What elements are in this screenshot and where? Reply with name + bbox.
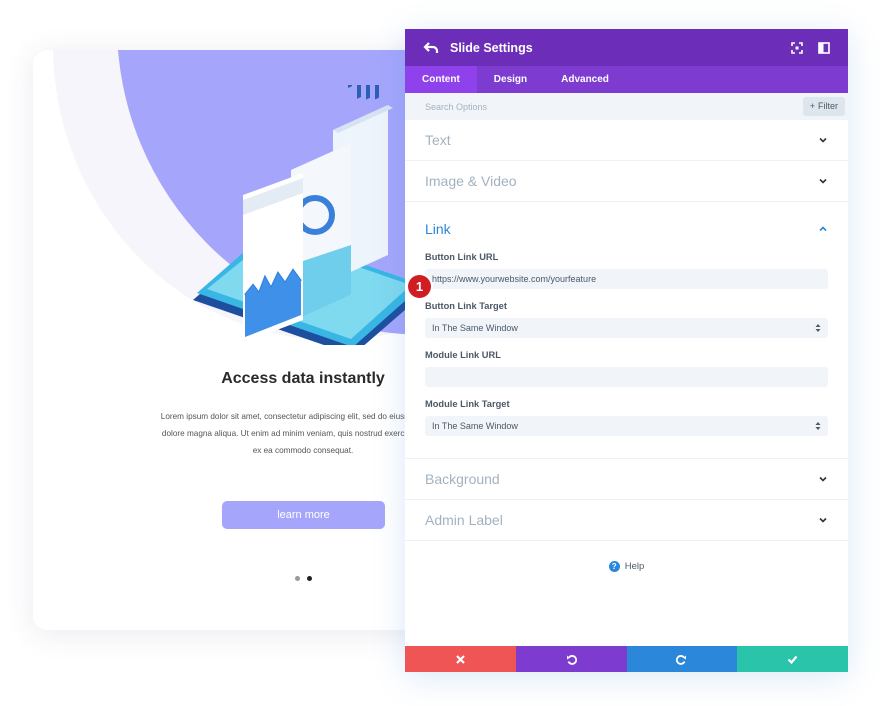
section-text[interactable]: Text xyxy=(405,120,848,161)
undo-icon xyxy=(566,654,577,665)
select-arrows-icon xyxy=(815,324,821,332)
search-options-bar: Search Options + Filter xyxy=(405,93,848,120)
section-background[interactable]: Background xyxy=(405,459,848,500)
settings-tabs: Content Design Advanced xyxy=(405,66,848,93)
section-title: Background xyxy=(425,471,500,487)
slider-dot-active[interactable] xyxy=(307,576,312,581)
select-arrows-icon xyxy=(815,422,821,430)
section-image-video[interactable]: Image & Video xyxy=(405,161,848,202)
section-link-header[interactable]: Link xyxy=(405,202,848,252)
chevron-up-icon xyxy=(819,226,827,232)
redo-button[interactable] xyxy=(626,646,738,672)
field-label: Module Link URL xyxy=(425,350,501,360)
field-label: Button Link Target xyxy=(425,301,507,311)
module-link-target-field: Module Link Target In The Same Window xyxy=(405,399,848,436)
section-admin-label[interactable]: Admin Label xyxy=(405,500,848,541)
help-label: Help xyxy=(624,561,645,572)
button-link-url-field: Button Link URL https://www.yourwebsite.… xyxy=(405,252,848,298)
field-label: Button Link URL xyxy=(425,252,499,262)
tab-advanced[interactable]: Advanced xyxy=(544,66,626,93)
module-link-target-select[interactable]: In The Same Window xyxy=(425,416,828,436)
tab-design[interactable]: Design xyxy=(477,66,544,93)
filter-button[interactable]: + Filter xyxy=(802,97,845,116)
section-title: Image & Video xyxy=(425,173,517,189)
fullscreen-icon[interactable] xyxy=(791,41,803,54)
section-title: Link xyxy=(425,221,451,237)
button-link-target-field: Button Link Target In The Same Window xyxy=(405,301,848,338)
button-link-url-input[interactable]: https://www.yourwebsite.com/yourfeature xyxy=(425,269,828,289)
slide-settings-modal: Slide Settings Content Design Advanced S… xyxy=(405,29,848,672)
search-options-input[interactable]: Search Options xyxy=(425,102,487,112)
button-link-target-select[interactable]: In The Same Window xyxy=(425,318,828,338)
help-link[interactable]: ? Help xyxy=(405,541,848,572)
select-value: In The Same Window xyxy=(432,323,518,333)
checkmark-icon xyxy=(787,655,798,664)
modal-title: Slide Settings xyxy=(450,40,533,55)
filter-label: Filter xyxy=(818,101,838,111)
modal-header: Slide Settings xyxy=(405,29,848,66)
split-view-icon[interactable] xyxy=(818,41,830,54)
chevron-down-icon xyxy=(819,517,827,523)
undo-button[interactable] xyxy=(515,646,627,672)
slider-pagination xyxy=(295,576,312,581)
module-link-url-field: Module Link URL xyxy=(405,350,848,387)
chevron-down-icon xyxy=(819,476,827,482)
section-title: Admin Label xyxy=(425,512,503,528)
select-value: In The Same Window xyxy=(432,421,518,431)
question-icon: ? xyxy=(608,561,620,572)
phone-data-illustration xyxy=(193,85,428,345)
cancel-button[interactable] xyxy=(405,646,516,672)
chevron-down-icon xyxy=(819,137,827,143)
plus-icon: + xyxy=(809,101,815,111)
learn-more-button[interactable]: learn more xyxy=(222,501,385,529)
redo-icon xyxy=(676,654,687,665)
tab-content[interactable]: Content xyxy=(405,66,477,93)
field-label: Module Link Target xyxy=(425,399,510,409)
step-badge: 1 xyxy=(408,275,431,298)
close-icon xyxy=(456,654,465,664)
section-link: Link Button Link URL https://www.yourweb… xyxy=(405,202,848,459)
chevron-down-icon xyxy=(819,178,827,184)
save-button[interactable] xyxy=(737,646,848,672)
section-title: Text xyxy=(425,132,451,148)
module-link-url-input[interactable] xyxy=(425,367,828,387)
back-arrow-icon[interactable] xyxy=(423,40,439,56)
modal-footer xyxy=(405,646,848,672)
slider-dot[interactable] xyxy=(295,576,300,581)
